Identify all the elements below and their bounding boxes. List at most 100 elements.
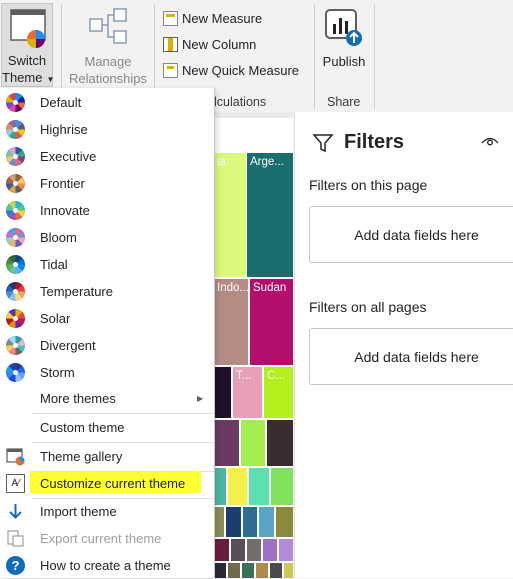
treemap-tile-yellow[interactable] <box>228 468 247 505</box>
color-wheel-center <box>13 343 18 348</box>
treemap-tile-navy[interactable] <box>226 507 241 537</box>
new-quick-measure-button[interactable]: New Quick Measure <box>163 59 299 81</box>
menu-item-theme-tidal[interactable]: Tidal <box>0 251 214 278</box>
quick-measure-icon <box>163 62 178 78</box>
menu-item-import-theme[interactable]: Import theme <box>0 498 214 525</box>
menu-item-theme-solar[interactable]: Solar <box>0 305 214 332</box>
add-data-fields-page-dropzone[interactable]: Add data fields here <box>309 206 513 263</box>
theme-label: Highrise <box>40 122 88 137</box>
treemap-tile-bottom4[interactable] <box>256 563 268 578</box>
menu-item-theme-bloom[interactable]: Bloom <box>0 224 214 251</box>
treemap-tile-purple[interactable] <box>214 420 239 466</box>
color-wheel-center <box>13 235 18 240</box>
treemap-tile-lav[interactable] <box>279 539 293 561</box>
calculator-icon <box>163 10 178 26</box>
theme-label: Solar <box>40 311 71 326</box>
new-column-button[interactable]: New Column <box>163 33 256 55</box>
switch-theme-menu: Default Highrise Executive Frontier Innovate… <box>0 88 215 578</box>
treemap-tile-bottom3[interactable] <box>242 563 254 578</box>
color-wheel-icon <box>6 255 25 274</box>
theme-label: Storm <box>40 365 75 380</box>
treemap-tile-olive[interactable] <box>214 507 224 537</box>
ribbon-separator <box>374 4 375 110</box>
color-wheel-center <box>13 316 18 321</box>
menu-item-theme-innovate[interactable]: Innovate <box>0 197 214 224</box>
share-group-label: Share <box>327 95 361 109</box>
treemap-tile-bottom1[interactable] <box>214 563 226 578</box>
treemap-tile-gray[interactable] <box>231 539 245 561</box>
filters-on-all-pages-heading: Filters on all pages <box>309 299 427 315</box>
publish-button[interactable]: Publish <box>318 3 370 87</box>
treemap-tile-gray2[interactable] <box>247 539 261 561</box>
menu-item-theme-highrise[interactable]: Highrise <box>0 116 214 143</box>
color-wheel-center <box>13 100 18 105</box>
treemap-tile-c[interactable]: C... <box>264 367 293 418</box>
treemap-tile-blue[interactable] <box>243 507 257 537</box>
quick-measure-bolt <box>167 65 174 69</box>
switch-theme-button[interactable]: Switch Theme ▼ <box>1 3 55 88</box>
treemap-tile-khaki[interactable] <box>276 507 293 537</box>
menu-item-more-themes[interactable]: More themes ▶ <box>0 385 214 412</box>
treemap-tile-violet[interactable] <box>263 539 277 561</box>
custom-theme-label: Custom theme <box>40 420 125 435</box>
treemap-visual[interactable]: ia Arge... Indo... Sudan T... C... <box>214 118 293 578</box>
color-wheel-icon <box>6 147 25 166</box>
treemap-tile-1[interactable]: ia <box>214 153 246 277</box>
treemap-tile-lime[interactable] <box>271 468 293 505</box>
menu-item-theme-frontier[interactable]: Frontier <box>0 170 214 197</box>
new-measure-button[interactable]: New Measure <box>163 7 262 29</box>
treemap-tile-green[interactable] <box>241 420 265 466</box>
export-theme-icon <box>6 529 25 548</box>
color-wheel-icon <box>6 93 25 112</box>
color-wheel-icon <box>6 174 25 193</box>
treemap-tile-teal[interactable] <box>214 468 226 505</box>
menu-item-theme-divergent[interactable]: Divergent <box>0 332 214 359</box>
color-wheel-center <box>13 208 18 213</box>
switch-theme-label-2-text: Theme <box>2 70 43 85</box>
treemap-tile-indonesia[interactable]: Indo... <box>214 279 248 365</box>
color-wheel-icon <box>6 363 25 382</box>
customize-current-theme-label: Customize current theme <box>40 476 186 491</box>
treemap-tile-bottom5[interactable] <box>270 563 282 578</box>
color-wheel-center <box>13 127 18 132</box>
menu-item-theme-default[interactable]: Default <box>0 89 214 116</box>
add-data-fields-all-pages-dropzone[interactable]: Add data fields here <box>309 328 513 385</box>
theme-label: Temperature <box>40 284 113 299</box>
menu-item-theme-temperature[interactable]: Temperature <box>0 278 214 305</box>
new-quick-measure-label: New Quick Measure <box>182 62 300 78</box>
manage-relationships-label-2: Relationships <box>68 71 148 86</box>
switch-theme-label-1: Switch <box>7 53 47 68</box>
color-wheel-icon <box>6 201 25 220</box>
table-column-icon <box>163 36 178 52</box>
treemap-tile-argentina[interactable]: Arge... <box>247 153 293 277</box>
menu-item-custom-theme[interactable]: Custom theme <box>0 414 214 441</box>
relationships-icon <box>88 7 130 47</box>
treemap-tile-bottom2[interactable] <box>228 563 240 578</box>
treemap-tile-dark[interactable] <box>214 367 231 418</box>
treemap-tile-lightblue[interactable] <box>259 507 274 537</box>
manage-relationships-label-1: Manage <box>84 54 132 69</box>
how-to-create-theme-label: How to create a theme <box>40 558 171 573</box>
menu-item-how-to-create-theme[interactable]: ? How to create a theme <box>0 552 214 579</box>
arrow-down-icon <box>6 502 25 521</box>
menu-item-theme-executive[interactable]: Executive <box>0 143 214 170</box>
color-wheel-center <box>13 181 18 186</box>
calculator-screen <box>166 13 175 17</box>
treemap-tile-mint[interactable] <box>249 468 269 505</box>
treemap-tile-sudan[interactable]: Sudan <box>250 279 293 365</box>
treemap-tile-bottom6[interactable] <box>284 563 293 578</box>
chevron-down-icon: ▼ <box>46 75 55 84</box>
treemap-tile-dark2[interactable] <box>267 420 293 466</box>
color-wheel-icon <box>6 228 25 247</box>
menu-item-customize-current-theme[interactable]: A⁄ Customize current theme <box>0 470 214 497</box>
switch-theme-label-2: Theme ▼ <box>2 69 55 88</box>
theme-gallery-label: Theme gallery <box>40 449 123 464</box>
manage-relationships-button[interactable]: Manage Relationships <box>64 3 152 87</box>
treemap-tile-maroon[interactable] <box>214 539 229 561</box>
theme-label: Divergent <box>40 338 96 353</box>
menu-item-theme-storm[interactable]: Storm <box>0 359 214 386</box>
ribbon-separator <box>314 4 315 110</box>
eye-icon[interactable] <box>481 134 499 148</box>
treemap-tile-t[interactable]: T... <box>233 367 262 418</box>
menu-item-theme-gallery[interactable]: Theme gallery <box>0 443 214 470</box>
